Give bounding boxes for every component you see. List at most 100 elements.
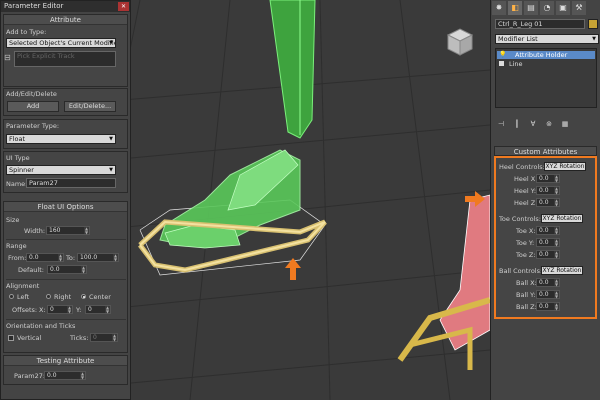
attribute-header[interactable]: Attribute [4,15,127,25]
ball-xyz-rotation-button[interactable]: XYZ Rotation [541,266,583,275]
toe-x-spinner[interactable]: 0.0 ▲ ▼ [536,226,560,235]
heel-z-value: 0.0 [539,199,549,206]
create-icon[interactable]: ✸ [492,1,506,15]
toe-controls-label: Toe Controls: [499,215,541,223]
width-spinner[interactable]: 160 ▲ ▼ [46,226,90,235]
spinner-arrows-icon[interactable]: ▲ ▼ [554,291,559,298]
dialog-titlebar[interactable]: Parameter Editor ✕ [1,1,130,12]
toe-y-label: Toe Y: [516,239,535,247]
toe-y-value: 0.0 [539,239,549,246]
modifier-stack: 💡 Attribute Holder Line [495,48,597,108]
offset-y-spinner[interactable]: 0 ▲ ▼ [85,305,111,314]
heel-x-label: Heel X: [514,175,538,183]
ball-z-spinner[interactable]: 0.0 ▲ ▼ [536,302,560,311]
remove-modifier-icon[interactable]: ⊚ [543,118,555,130]
spinner-arrows-icon[interactable]: ▲ ▼ [554,175,559,182]
ticks-value: 0 [93,334,97,341]
add-edit-delete-group: Add/Edit/Delete Add Edit/Delete... [3,88,128,116]
ball-y-label: Ball Y: [516,291,536,299]
leg-upper-green [269,0,316,139]
from-spinner[interactable]: 0.0 ▲ ▼ [26,253,64,262]
heel-xyz-rotation-button[interactable]: XYZ Rotation [544,162,586,171]
spinner-arrows-icon[interactable]: ▲ ▼ [554,303,559,310]
to-spinner[interactable]: 100.0 ▲ ▼ [77,253,119,262]
toe-x-value: 0.0 [539,227,549,234]
modifier-list-dropdown[interactable]: Modifier List ▼ [495,34,599,44]
parameter-type-dropdown[interactable]: Float ▼ [6,134,116,144]
spinner-arrows-icon[interactable]: ▲ ▼ [58,254,63,261]
align-right-radio[interactable] [46,294,51,299]
stack-item-line[interactable]: Line [497,60,595,68]
light-bulb-icon[interactable]: 💡 [499,51,506,59]
align-left-label: Left [17,293,30,301]
add-to-type-dropdown[interactable]: Selected Object's Current Modifier ▼ [6,38,116,48]
vertical-checkbox[interactable] [8,335,14,341]
toe-x-label: Toe X: [516,227,536,235]
toe-z-spinner[interactable]: 0.0 ▲ ▼ [536,250,560,259]
ball-y-spinner[interactable]: 0.0 ▲ ▼ [536,290,560,299]
to-value: 100.0 [80,254,98,261]
align-left-radio[interactable] [9,294,14,299]
stack-item-attribute-holder[interactable]: 💡 Attribute Holder [497,51,595,59]
hierarchy-icon[interactable]: ▤ [524,1,538,15]
leg-pink [439,194,490,351]
vertical-label: Vertical [17,334,42,342]
spinner-arrows-icon[interactable]: ▲ ▼ [554,187,559,194]
pick-track-icon[interactable]: ⊟ [4,53,11,62]
spinner-arrows-icon[interactable]: ▲ ▼ [112,334,117,341]
default-spinner[interactable]: 0.0 ▲ ▼ [47,265,87,274]
spinner-arrows-icon[interactable]: ▲ ▼ [84,227,89,234]
command-panel-tabs: ✸ ◧ ▤ ◔ ▣ ⚒ [491,0,600,16]
name-field[interactable]: Param27 [26,178,116,188]
ball-z-value: 0.0 [539,303,549,310]
heel-z-spinner[interactable]: 0.0 ▲ ▼ [536,198,560,207]
offset-x-spinner[interactable]: 0 ▲ ▼ [47,305,73,314]
close-icon[interactable]: ✕ [118,2,129,11]
to-label: To: [66,254,76,262]
spinner-arrows-icon[interactable]: ▲ ▼ [554,199,559,206]
utilities-icon[interactable]: ⚒ [572,1,586,15]
ui-type-dropdown[interactable]: Spinner ▼ [6,165,116,175]
configure-modifier-sets-icon[interactable]: ▦ [559,118,571,130]
object-name-field[interactable]: Ctrl_R_Leg 01 [495,19,585,29]
show-end-result-icon[interactable]: ┃ [511,118,523,130]
pin-stack-icon[interactable]: ⊣ [495,118,507,130]
param27-spinner[interactable]: 0.0 ▲ ▼ [44,371,86,380]
toe-xyz-rotation-button[interactable]: XYZ Rotation [541,214,583,223]
object-color-swatch[interactable] [588,19,598,29]
name-label: Name: [6,180,28,188]
float-ui-header[interactable]: Float UI Options [4,202,127,212]
align-center-radio[interactable] [81,294,86,299]
custom-attributes-header[interactable]: Custom Attributes [494,146,597,156]
pick-explicit-track-field[interactable]: Pick Explicit Track [14,51,116,67]
heel-y-spinner[interactable]: 0.0 ▲ ▼ [536,186,560,195]
spinner-arrows-icon[interactable]: ▲ ▼ [81,266,86,273]
offset-x-label: X: [39,306,46,314]
spinner-arrows-icon[interactable]: ▲ ▼ [67,306,72,313]
spinner-arrows-icon[interactable]: ▲ ▼ [554,251,559,258]
spinner-arrows-icon[interactable]: ▲ ▼ [113,254,118,261]
toe-z-label: Toe Z: [516,251,536,259]
parameter-type-label: Parameter Type: [6,122,60,130]
spinner-arrows-icon[interactable]: ▲ ▼ [554,239,559,246]
display-icon[interactable]: ▣ [556,1,570,15]
heel-x-spinner[interactable]: 0.0 ▲ ▼ [536,174,560,183]
add-button[interactable]: Add [7,101,59,112]
testing-header[interactable]: Testing Attribute [4,356,127,366]
expand-icon[interactable] [499,61,504,66]
divider [6,239,126,240]
parameter-editor-dialog: Parameter Editor ✕ Attribute Add to Type… [0,0,131,400]
ball-x-spinner[interactable]: 0.0 ▲ ▼ [536,278,560,287]
ticks-label: Ticks: [70,334,89,342]
spinner-arrows-icon[interactable]: ▲ ▼ [554,227,559,234]
make-unique-icon[interactable]: ∀ [527,118,539,130]
spinner-arrows-icon[interactable]: ▲ ▼ [80,372,85,379]
motion-icon[interactable]: ◔ [540,1,554,15]
spinner-arrows-icon[interactable]: ▲ ▼ [554,279,559,286]
toe-y-spinner[interactable]: 0.0 ▲ ▼ [536,238,560,247]
modify-icon[interactable]: ◧ [508,1,522,15]
edit-delete-button[interactable]: Edit/Delete... [64,101,116,112]
spinner-arrows-icon[interactable]: ▲ ▼ [105,306,110,313]
ui-type-group: UI Type Spinner ▼ Name: Param27 [3,151,128,193]
ticks-spinner[interactable]: 0 ▲ ▼ [90,333,118,342]
